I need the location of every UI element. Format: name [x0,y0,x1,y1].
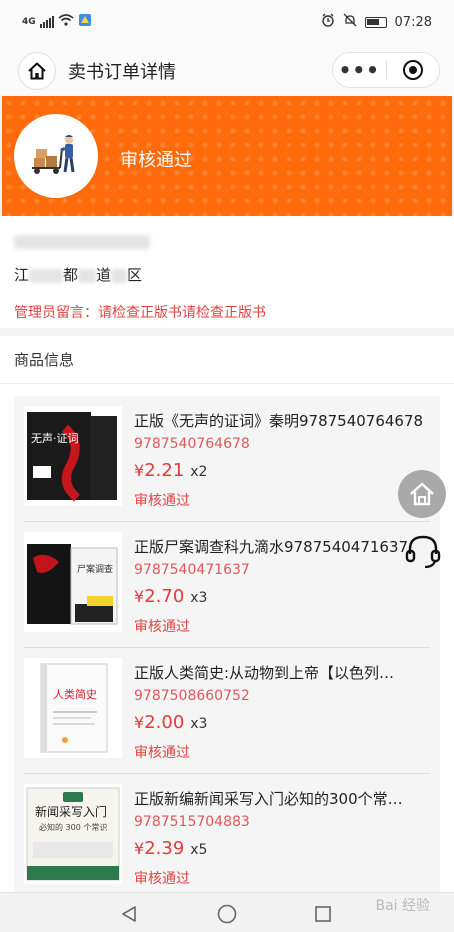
order-status-banner: 审核通过 [2,96,452,216]
delivery-worker-icon [32,135,75,174]
item-quantity: x3 [190,716,208,732]
item-title: 正版新编新闻采写入门必知的300个常… [134,790,403,808]
currency-symbol: ¥ [134,461,145,480]
home-button[interactable] [18,52,56,90]
signal-icon [39,15,54,28]
floating-home-button[interactable] [398,470,446,518]
target-icon [402,60,423,80]
address-line: 江 都道区 [14,264,142,285]
back-button[interactable] [118,903,140,925]
goods-info-header: 商品信息 [0,336,454,384]
goods-item[interactable]: 新闻采写入门 必知的 300 个常识 正版新编新闻采写入门必知的300个常… 9… [14,774,440,892]
cover-title-text: 无声·证词 [31,431,79,445]
cover-title-text: 人类简史 [53,687,97,701]
cover-title-text: 尸案调查 [77,563,113,575]
goods-item[interactable]: 尸案调查 正版尸案调查科九滴水9787540471637 97875404716… [14,522,440,648]
address-fragment-district: 区 [127,266,143,284]
item-quantity: x2 [190,464,208,480]
clock: 07:28 [394,14,432,30]
item-price: ¥2.70 x3 [134,586,207,607]
goods-info-title: 商品信息 [14,351,75,369]
page-title: 卖书订单详情 [68,62,176,83]
item-status: 审核通过 [134,493,190,509]
price-value: 2.00 [144,712,185,733]
status-bar: 4G 07:28 [0,0,454,44]
back-triangle-icon [122,906,136,922]
system-home-button[interactable] [216,903,238,925]
book-cover-image: 无声·证词 [24,406,122,506]
redacted-address-part [29,268,64,283]
customer-service-button[interactable] [400,528,446,574]
book-cover-image: 新闻采写入门 必知的 300 个常识 [24,784,122,884]
goods-list-area: 无声·证词 正版《无声的证词》秦明9787540764678 978754076… [0,384,454,892]
home-icon [28,62,46,80]
admin-message: 管理员留言：请检查正版书请检查正版书 [14,305,266,321]
goods-item[interactable]: 人类简史 正版人类简史:从动物到上帝【以色列… 9787508660752 ¥2… [14,648,440,774]
battery-icon [364,16,387,28]
item-status: 审核通过 [134,619,190,635]
item-quantity: x3 [190,590,208,606]
headset-icon [405,535,441,569]
redacted-address-part [111,268,128,283]
recents-square-icon [315,906,331,922]
wifi-icon [58,14,74,29]
item-status: 审核通过 [134,871,190,887]
item-title: 正版《无声的证词》秦明9787540764678 [134,412,424,430]
more-menu-button[interactable]: ••• [333,52,386,88]
recents-button[interactable] [312,903,334,925]
goods-list[interactable]: 无声·证词 正版《无声的证词》秦明9787540764678 978754076… [14,396,440,892]
shipping-address-section: 江 都道区 管理员留言：请检查正版书请检查正版书 [0,216,454,328]
network-label: 4G [22,16,36,27]
price-value: 2.21 [144,460,185,481]
delivery-avatar [14,114,98,198]
book-cover-image: 人类简史 [24,658,122,758]
mini-program-capsule: ••• [332,52,440,88]
system-nav-bar: Bai 经验 [0,892,454,932]
redacted-address-part [78,268,97,283]
item-price: ¥2.21 x2 [134,460,207,481]
baidu-watermark: Bai 经验 [375,898,430,914]
alarm-icon [321,13,335,31]
book-cover-image: 尸案调查 [24,532,122,632]
item-status: 审核通过 [134,745,190,761]
price-value: 2.70 [144,586,185,607]
item-isbn: 9787540471637 [134,562,250,578]
currency-symbol: ¥ [134,587,145,606]
mute-icon [343,13,357,31]
address-fragment-street: 道 [96,266,112,284]
close-mini-program-button[interactable] [386,60,439,80]
currency-symbol: ¥ [134,713,145,732]
home-circle-icon [217,904,237,924]
order-status-text: 审核通过 [120,150,192,171]
item-isbn: 9787508660752 [134,688,250,704]
contact-line [14,232,150,250]
app-notification-icon [78,13,92,30]
item-title: 正版人类简史:从动物到上帝【以色列… [134,664,395,682]
goods-item[interactable]: 无声·证词 正版《无声的证词》秦明9787540764678 978754076… [14,396,440,522]
redacted-contact [14,234,150,249]
item-price: ¥2.00 x3 [134,712,207,733]
cover-subtitle-text: 必知的 300 个常识 [39,822,107,832]
item-isbn: 9787515704883 [134,814,250,830]
item-title: 正版尸案调查科九滴水9787540471637 [134,538,409,556]
home-outline-icon [410,482,434,506]
address-fragment-province: 江 [14,266,30,284]
cover-title-text: 新闻采写入门 [35,804,107,819]
currency-symbol: ¥ [134,839,145,858]
price-value: 2.39 [144,838,185,859]
nav-bar: 卖书订单详情 ••• [0,44,454,96]
item-quantity: x5 [190,842,208,858]
item-isbn: 9787540764678 [134,436,250,452]
item-price: ¥2.39 x5 [134,838,207,859]
address-fragment-city: 都 [63,266,79,284]
